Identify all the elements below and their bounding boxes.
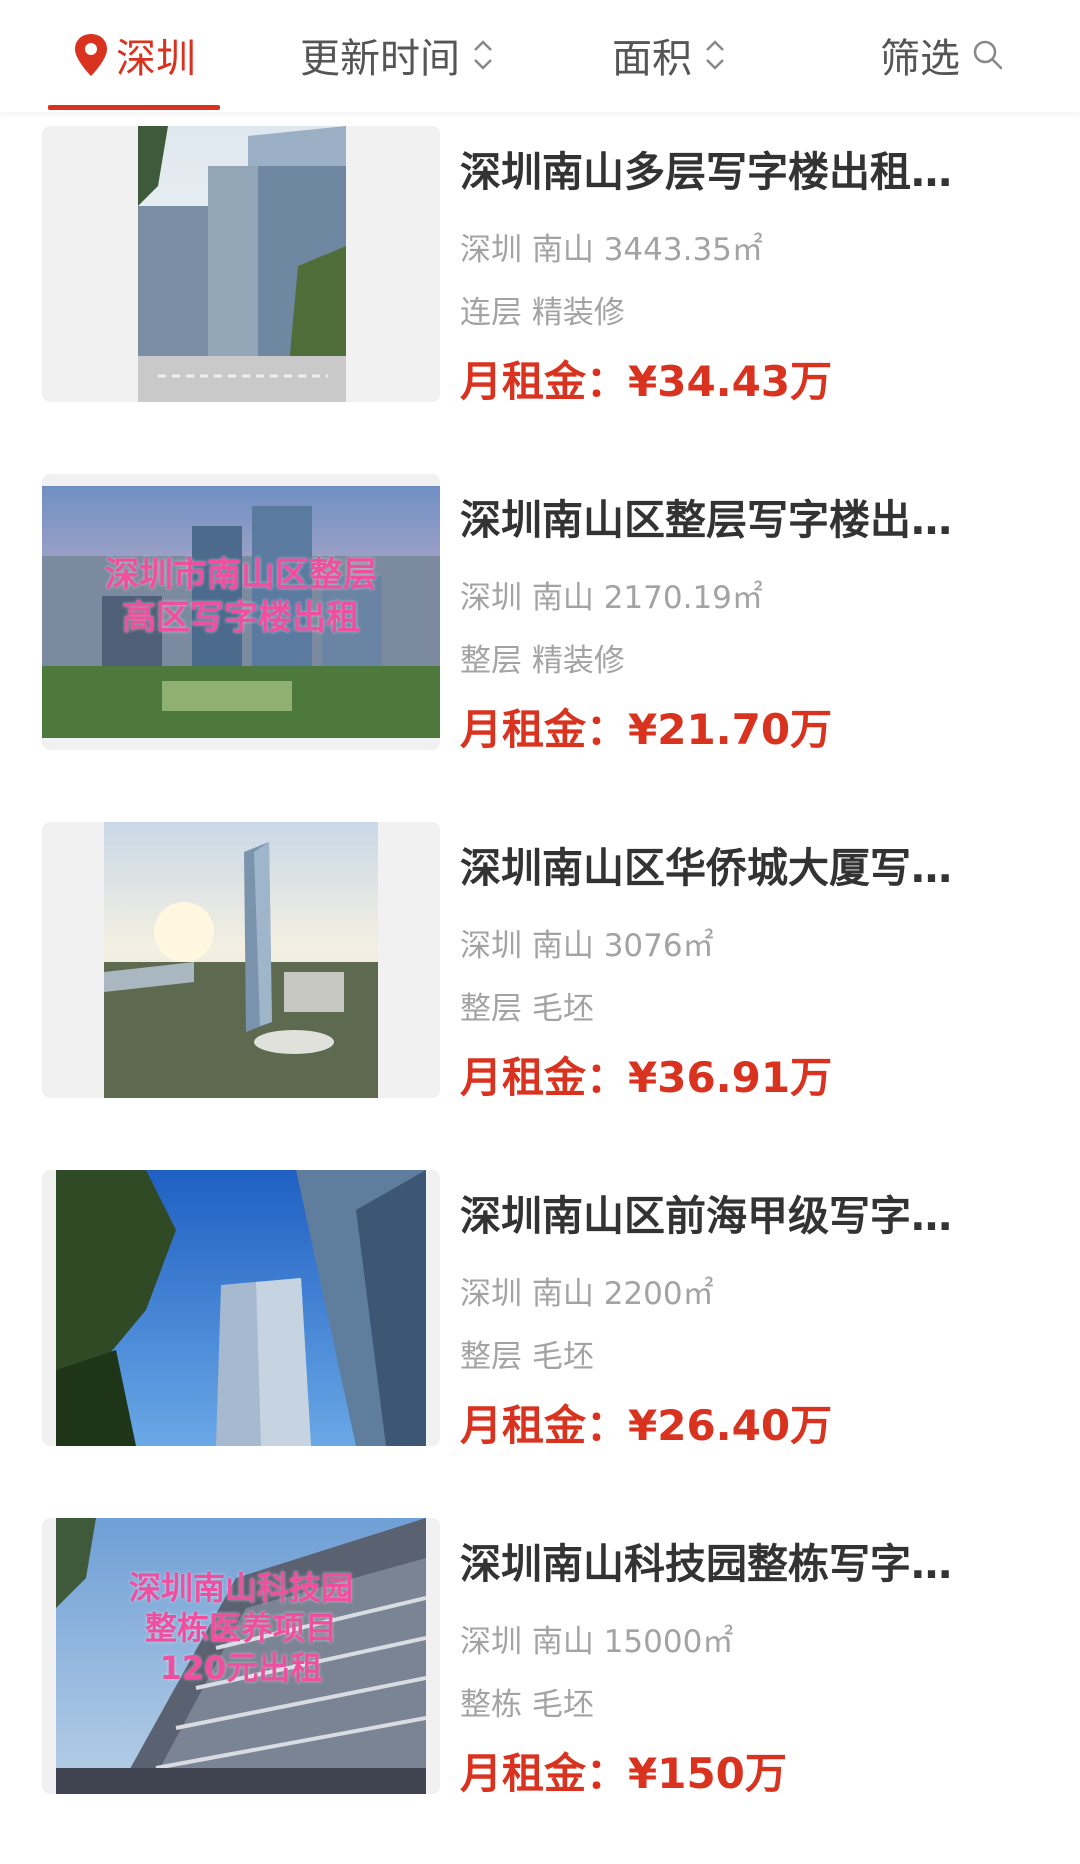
listing-card[interactable]: 深圳南山区前海甲级写字… 深圳 南山 2200㎡ 整层 毛坯 月租金：¥26.4… [0,1156,1080,1504]
listing-location-area: 深圳 南山 2200㎡ [460,1276,714,1312]
listing-price: 月租金：¥21.70万 [460,696,832,757]
listing-card[interactable]: 深圳南山科技园 整栋医养项目 120元出租 深圳南山科技园整栋写字… 深圳 南山… [0,1504,1080,1852]
listing-price: 月租金：¥34.43万 [460,348,832,409]
sort-by-area[interactable]: 面积 [612,22,728,88]
listing-thumbnail [42,822,440,1098]
listing-location-area: 深圳 南山 2170.19㎡ [460,580,763,616]
listing-thumbnail [42,1170,440,1446]
filter-bar: 深圳 更新时间 面积 筛选 [0,0,1080,112]
filter-label: 筛选 [880,36,960,82]
price-label: 月租金： [460,1749,629,1798]
price-value: ¥26.40万 [628,1401,833,1450]
listing-title: 深圳南山多层写字楼出租… [460,148,952,196]
city-label: 深圳 [116,36,196,82]
listing-thumbnail [42,126,440,402]
listing-price: 月租金：¥150万 [460,1740,787,1801]
listing-location-area: 深圳 南山 3076㎡ [460,928,714,964]
sort-time-label: 更新时间 [300,36,460,82]
city-selector[interactable]: 深圳 [72,22,196,88]
listing-price: 月租金：¥36.91万 [460,1044,832,1105]
image-overlay-text: 深圳南山科技园 整栋医养项目 120元出租 [128,1569,353,1687]
listing-price: 月租金：¥26.40万 [460,1392,832,1453]
location-pin-icon [75,34,107,76]
filter-button[interactable]: 筛选 [880,22,1004,88]
listing-tags: 整层 毛坯 [460,1339,594,1375]
listing-thumbnail: 深圳南山科技园 整栋医养项目 120元出租 [42,1518,440,1794]
search-icon [973,40,1003,70]
listing-tags: 整层 毛坯 [460,991,594,1027]
sort-area-label: 面积 [612,36,692,82]
price-label: 月租金： [460,705,629,754]
price-value: ¥150万 [628,1749,787,1798]
listing-title: 深圳南山区整层写字楼出… [460,496,952,544]
listing-card[interactable]: 深圳南山多层写字楼出租… 深圳 南山 3443.35㎡ 连层 精装修 月租金：¥… [0,112,1080,460]
price-label: 月租金： [460,1401,629,1450]
price-value: ¥36.91万 [628,1053,833,1102]
listing-title: 深圳南山区前海甲级写字… [460,1192,952,1240]
listing-title: 深圳南山科技园整栋写字… [460,1540,952,1588]
office-building-photo [104,822,378,1098]
office-building-photo [56,1170,426,1446]
sort-arrows-icon [474,40,492,70]
listing-tags: 连层 精装修 [460,295,625,331]
listing-card[interactable]: 深圳南山区华侨城大厦写… 深圳 南山 3076㎡ 整层 毛坯 月租金：¥36.9… [0,808,1080,1156]
sort-by-update-time[interactable]: 更新时间 [300,22,496,88]
price-value: ¥21.70万 [628,705,833,754]
listing-location-area: 深圳 南山 15000㎡ [460,1624,734,1660]
image-overlay-text: 深圳市南山区整层 高区写字楼出租 [105,555,377,638]
listing-card[interactable]: 深圳市南山区整层 高区写字楼出租 深圳南山区整层写字楼出… 深圳 南山 2170… [0,460,1080,808]
sort-arrows-icon [706,40,724,70]
price-label: 月租金： [460,1053,629,1102]
listing-thumbnail: 深圳市南山区整层 高区写字楼出租 [42,474,440,750]
listing-tags: 整层 精装修 [460,643,625,679]
listing-location-area: 深圳 南山 3443.35㎡ [460,232,763,268]
office-building-photo [138,126,346,402]
price-label: 月租金： [460,357,629,406]
listing-list: 深圳南山多层写字楼出租… 深圳 南山 3443.35㎡ 连层 精装修 月租金：¥… [0,112,1080,1852]
price-value: ¥34.43万 [628,357,833,406]
listing-tags: 整栋 毛坯 [460,1687,594,1723]
listing-title: 深圳南山区华侨城大厦写… [460,844,952,892]
active-tab-indicator [48,105,220,110]
